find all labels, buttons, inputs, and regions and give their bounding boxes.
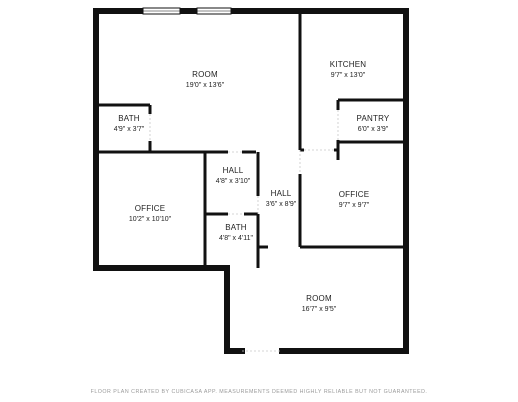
bath-upper-label: BATH (118, 114, 140, 123)
interior-walls (96, 11, 406, 268)
bath-upper-dim: 4'9" x 3'7" (114, 126, 145, 133)
bath-lower-label: BATH (225, 223, 247, 232)
kitchen-label: KITCHEN (330, 60, 367, 69)
room-lower-label: ROOM (306, 294, 332, 303)
bath-lower-dim: 4'8" x 4'11" (219, 235, 253, 242)
office-right-label: OFFICE (339, 190, 370, 199)
room-main-label: ROOM (192, 70, 218, 79)
room-lower-dim: 16'7" x 9'5" (302, 306, 337, 313)
office-right-dim: 9'7" x 9'7" (339, 202, 370, 209)
room-labels: ROOM 19'0" x 13'6" KITCHEN 9'7" x 13'0" … (114, 60, 390, 313)
floor-plan: ROOM 19'0" x 13'6" KITCHEN 9'7" x 13'0" … (91, 7, 428, 395)
footer-disclaimer: FLOOR PLAN CREATED BY CUBICASA APP. MEAS… (91, 389, 428, 395)
pantry-dim: 6'0" x 3'9" (358, 126, 389, 133)
room-main-dim: 19'0" x 13'6" (186, 82, 225, 89)
hall-upper-dim: 4'8" x 3'10" (216, 178, 251, 185)
hall-upper-label: HALL (223, 166, 244, 175)
hall-center-label: HALL (271, 189, 292, 198)
office-left-dim: 10'2" x 10'10" (129, 216, 172, 223)
hall-center-dim: 3'6" x 8'9" (266, 201, 297, 208)
pantry-label: PANTRY (357, 114, 390, 123)
kitchen-dim: 9'7" x 13'0" (331, 72, 366, 79)
office-left-label: OFFICE (135, 204, 166, 213)
